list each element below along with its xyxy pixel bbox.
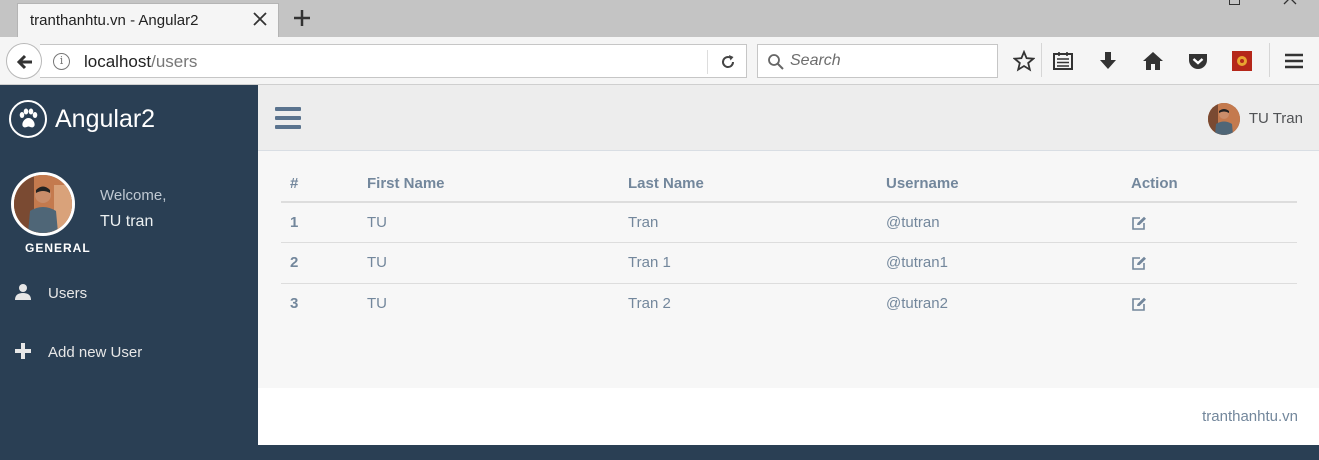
maximize-window-icon[interactable] [1229, 0, 1240, 5]
user-icon [15, 284, 31, 300]
new-tab-icon[interactable] [291, 7, 313, 29]
browser-tab[interactable]: tranthanhtu.vn - Angular2 [17, 3, 279, 37]
profile-avatar [11, 172, 75, 236]
browser-tab-bar: tranthanhtu.vn - Angular2 [0, 0, 1319, 37]
action-cell [1122, 283, 1297, 324]
sidebar-item-add-user[interactable]: Add new User [0, 332, 258, 372]
reading-list-icon[interactable] [1052, 50, 1074, 72]
search-icon [768, 54, 784, 70]
bookmark-star-icon[interactable] [1013, 50, 1035, 72]
edit-icon[interactable] [1131, 297, 1147, 311]
table-header-row: # First Name Last Name Username Action [281, 165, 1297, 203]
divider [1269, 43, 1270, 77]
top-nav: TU Tran [258, 85, 1319, 151]
username-cell: @tutran2 [886, 295, 948, 312]
paw-icon [9, 100, 47, 138]
table-row: 3 TU Tran 2 @tutran2 [281, 283, 1297, 324]
main-content: # First Name Last Name Username Action 1… [258, 151, 1319, 388]
reload-icon[interactable] [719, 53, 737, 71]
back-arrow-icon [16, 54, 32, 70]
footer-text[interactable]: tranthanhtu.vn [1202, 408, 1298, 425]
column-header: First Name [358, 165, 619, 203]
footer: tranthanhtu.vn [258, 388, 1319, 445]
action-cell [1122, 242, 1297, 284]
username-cell: @tutran1 [877, 242, 1122, 284]
last-name-cell: Tran 1 [619, 242, 877, 284]
last-name-cell: Tran [619, 202, 877, 243]
edit-icon[interactable] [1131, 256, 1147, 271]
pocket-icon[interactable] [1187, 50, 1209, 72]
tab-title: tranthanhtu.vn - Angular2 [30, 12, 199, 29]
menu-toggle-icon[interactable] [275, 107, 301, 129]
column-header: Last Name [619, 165, 877, 203]
welcome-text: Welcome, [100, 187, 167, 204]
edit-icon[interactable] [1131, 216, 1147, 230]
user-name: TU Tran [1248, 110, 1303, 127]
users-table: # First Name Last Name Username Action 1… [281, 165, 1297, 324]
menu-icon[interactable] [1283, 50, 1305, 72]
close-tab-icon[interactable] [250, 9, 270, 29]
url-host: localhost [84, 52, 152, 71]
extension-icon[interactable] [1231, 50, 1253, 72]
username-cell: @tutran [877, 202, 1122, 243]
action-cell [1122, 202, 1297, 243]
sidebar: Angular2 Welcome, TU tran GENERAL Users … [0, 85, 258, 460]
table-row: 2 TU Tran 1 @tutran1 [281, 242, 1297, 284]
table-row: 1 TU Tran @tutran [281, 202, 1297, 243]
avatar [1208, 103, 1240, 135]
browser-toolbar: i localhost/users [0, 37, 1319, 85]
sidebar-item-label: Add new User [48, 344, 143, 361]
close-window-icon[interactable] [1283, 0, 1297, 6]
back-button[interactable] [6, 43, 42, 79]
row-index: 1 [281, 202, 358, 243]
search-box[interactable] [757, 44, 998, 78]
column-header: # [281, 165, 358, 203]
last-name-cell: Tran 2 [628, 295, 671, 312]
sidebar-item-label: Users [48, 285, 88, 302]
first-name-cell: TU [358, 202, 619, 243]
address-bar[interactable]: i localhost/users [40, 44, 747, 78]
search-input[interactable] [790, 50, 990, 72]
first-name-cell: TU [358, 242, 619, 284]
sidebar-item-users[interactable]: Users [0, 273, 258, 313]
download-icon[interactable] [1097, 50, 1119, 72]
info-icon[interactable]: i [53, 53, 70, 70]
column-header: Username [877, 165, 1122, 203]
row-index: 3 [290, 295, 299, 312]
divider [1041, 43, 1042, 77]
divider [707, 50, 708, 74]
profile-name: TU tran [100, 213, 154, 230]
row-index: 2 [281, 242, 358, 284]
column-header: Action [1122, 165, 1297, 203]
plus-icon [15, 343, 31, 359]
first-name-cell: TU [367, 295, 387, 312]
url-path: /users [151, 52, 198, 71]
brand-name: Angular2 [55, 105, 156, 133]
menu-section-label: GENERAL [25, 241, 91, 255]
url-text[interactable]: localhost/users [84, 52, 197, 72]
home-icon[interactable] [1142, 50, 1164, 72]
